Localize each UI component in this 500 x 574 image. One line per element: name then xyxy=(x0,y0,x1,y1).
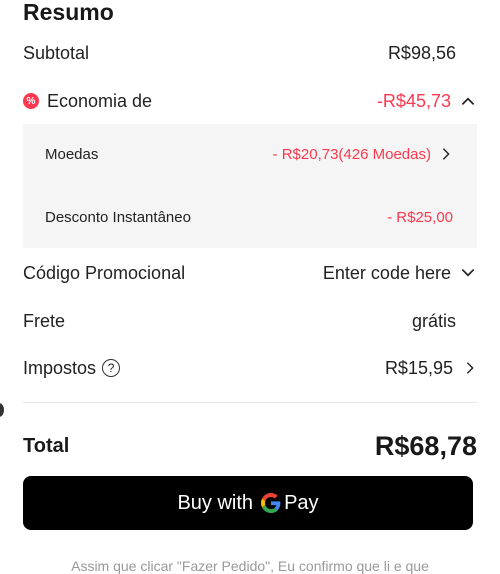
savings-details-panel: Moedas - R$20,73(426 Moedas) Desconto In… xyxy=(23,124,477,248)
total-label: Total xyxy=(23,434,70,457)
coins-row[interactable]: Moedas - R$20,73(426 Moedas) xyxy=(45,139,453,169)
pay-button-prefix: Buy with xyxy=(177,491,254,514)
divider xyxy=(23,402,477,403)
chevron-up-icon[interactable] xyxy=(459,92,477,110)
summary-title: Resumo xyxy=(23,0,114,25)
savings-row[interactable]: % Economia de -R$45,73 xyxy=(23,86,477,116)
pay-button-suffix: Pay xyxy=(284,491,319,514)
chevron-down-icon[interactable] xyxy=(459,264,477,282)
subtotal-label: Subtotal xyxy=(23,42,90,63)
shipping-row: Frete grátis xyxy=(23,306,477,336)
instant-discount-value: - R$25,00 xyxy=(387,208,453,226)
google-pay-button[interactable]: Buy with Pay xyxy=(23,476,473,530)
taxes-row[interactable]: Impostos ? R$15,95 xyxy=(23,353,477,383)
shipping-value: grátis xyxy=(411,310,456,331)
subtotal-row: Subtotal R$98,56 xyxy=(23,38,477,68)
shipping-label: Frete xyxy=(23,310,66,331)
savings-value: -R$45,73 xyxy=(376,90,451,111)
taxes-label: Impostos xyxy=(23,357,97,378)
subtotal-value: R$98,56 xyxy=(387,42,456,63)
discount-icon: % xyxy=(23,93,39,109)
coins-label: Moedas xyxy=(45,145,99,163)
chevron-right-icon[interactable] xyxy=(463,361,477,375)
chevron-right-icon xyxy=(442,148,450,160)
promo-code-input[interactable]: Enter code here xyxy=(323,263,451,284)
promo-code-row[interactable]: Código Promocional Enter code here xyxy=(23,258,477,288)
promo-code-label: Código Promocional xyxy=(23,262,186,283)
total-row: Total R$68,78 xyxy=(23,428,477,464)
total-value: R$68,78 xyxy=(374,430,477,461)
coins-value: - R$20,73(426 Moedas) xyxy=(272,145,431,163)
instant-discount-row: Desconto Instantâneo - R$25,00 xyxy=(45,202,453,232)
savings-label: Economia de xyxy=(47,90,153,111)
taxes-value: R$15,95 xyxy=(384,357,453,378)
help-icon[interactable]: ? xyxy=(102,359,121,377)
instant-discount-label: Desconto Instantâneo xyxy=(45,208,191,226)
legal-footnote: Assim que clicar "Fazer Pedido", Eu conf… xyxy=(71,558,429,574)
edge-indicator xyxy=(0,403,4,417)
google-g-icon xyxy=(261,493,281,513)
